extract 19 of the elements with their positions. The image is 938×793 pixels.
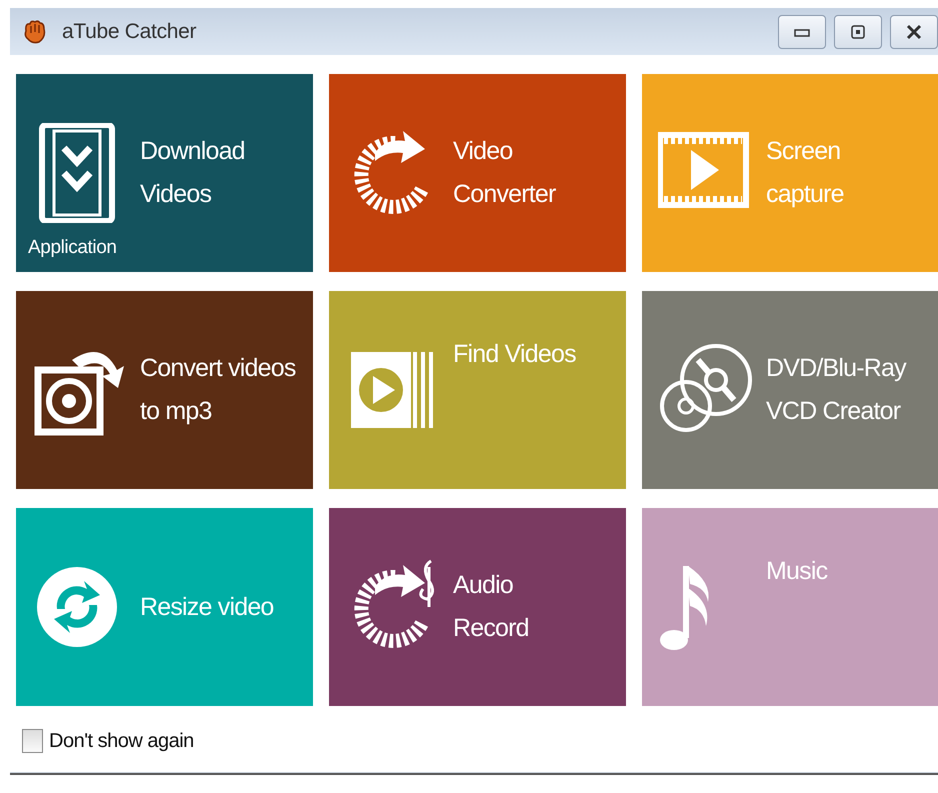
app-tile[interactable]: Find Videos: [329, 291, 626, 489]
checkbox-label: Don't show again: [49, 729, 194, 754]
minimize-button[interactable]: [778, 14, 826, 48]
app-tile[interactable]: DVD/Blu-Ray VCD Creator: [642, 291, 938, 489]
app-tile[interactable]: Music: [642, 508, 938, 706]
app-tile[interactable]: Video Converter: [329, 74, 626, 272]
app-tile[interactable]: Convert videos to mp3: [16, 291, 313, 489]
app-icon: [22, 18, 48, 44]
maximize-icon: [850, 24, 866, 40]
close-button[interactable]: [890, 14, 938, 48]
window-title: aTube Catcher: [62, 18, 196, 45]
tile-subtitle: Application: [28, 236, 117, 260]
app-tile[interactable]: Resize video: [16, 508, 313, 706]
checkbox[interactable]: [22, 729, 43, 753]
app-tile[interactable]: Download Videos Application: [16, 74, 313, 272]
app-tile[interactable]: Audio Record: [329, 508, 626, 706]
minimize-icon: [794, 26, 810, 36]
maximize-button[interactable]: [834, 14, 882, 48]
close-icon: [905, 24, 923, 40]
